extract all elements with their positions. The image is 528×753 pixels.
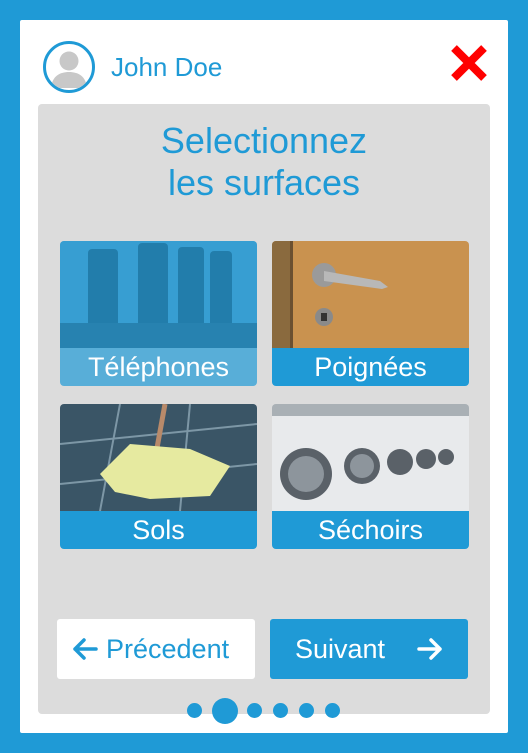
page-dot-1[interactable] xyxy=(187,703,202,718)
floor-mop-image xyxy=(60,404,257,511)
surface-label: Téléphones xyxy=(87,352,230,382)
header: John Doe xyxy=(20,20,508,104)
surface-card-sechoirs[interactable]: Séchoirs xyxy=(272,404,469,549)
title-line-2: les surfaces xyxy=(167,162,361,203)
surface-card-telephones[interactable]: Téléphones xyxy=(60,241,257,386)
dryers-image xyxy=(272,404,469,511)
arrow-left-icon xyxy=(73,638,98,660)
selection-panel: Selectionnez les surfaces Téléphones Poi… xyxy=(38,104,490,724)
user-name: John Doe xyxy=(111,52,223,82)
previous-button[interactable]: Précedent xyxy=(57,619,255,679)
page-dot-2[interactable] xyxy=(212,698,238,724)
page-title: Selectionnez les surfaces xyxy=(38,120,490,204)
page-dot-5[interactable] xyxy=(299,703,314,718)
pagination xyxy=(38,695,490,725)
arrow-right-icon xyxy=(417,638,442,660)
page-dot-3[interactable] xyxy=(247,703,262,718)
door-handle-image xyxy=(272,241,469,348)
next-button[interactable]: Suivant xyxy=(270,619,468,679)
surface-card-poignees[interactable]: Poignées xyxy=(272,241,469,386)
page-dot-4[interactable] xyxy=(273,703,288,718)
surface-label: Sols xyxy=(60,511,257,549)
previous-label: Précedent xyxy=(106,634,230,664)
surface-card-sols[interactable]: Sols xyxy=(60,404,257,549)
surface-label: Poignées xyxy=(272,348,469,386)
next-label: Suivant xyxy=(295,634,386,664)
close-icon xyxy=(451,45,487,81)
dialog-frame: John Doe Selectionnez les surfaces Télép… xyxy=(20,20,508,733)
surface-label: Séchoirs xyxy=(272,511,469,549)
title-line-1: Selectionnez xyxy=(160,120,368,161)
avatar[interactable] xyxy=(43,41,95,93)
close-button[interactable] xyxy=(448,42,490,84)
user-avatar-icon xyxy=(51,51,87,88)
page-dot-6[interactable] xyxy=(325,703,340,718)
